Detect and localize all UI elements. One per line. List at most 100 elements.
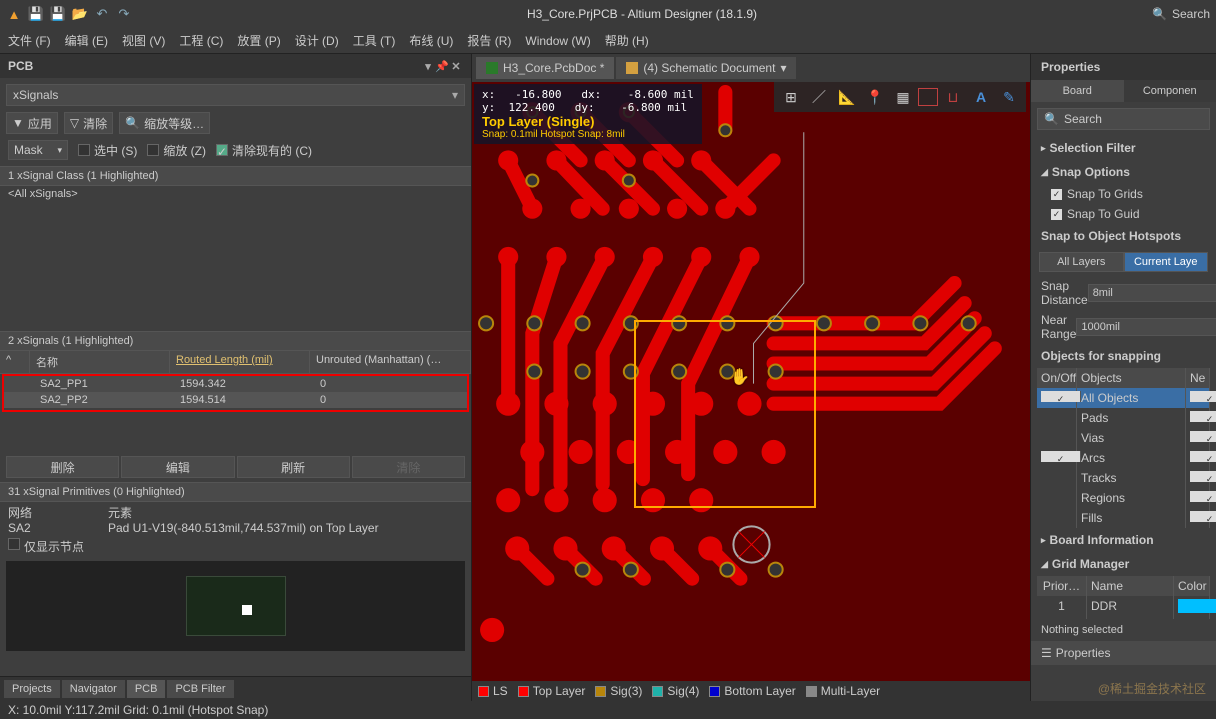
table-row[interactable]: ✓All Objects✓ — [1037, 388, 1210, 408]
tool-dimension-icon[interactable]: ⊔ — [940, 85, 966, 109]
status-bar: X: 10.0mil Y:117.2mil Grid: 0.1mil (Hots… — [0, 701, 1216, 719]
tab-navigator[interactable]: Navigator — [62, 680, 125, 698]
left-panel: PCB ▾ 📌 ✕ xSignals ▼应用 ▽清除 🔍缩放等级… Mask 选… — [0, 54, 472, 701]
titlebar: ▲ 💾 💾 📂 ↶ ↷ H3_Core.PrjPCB - Altium Desi… — [0, 0, 1216, 28]
table-row[interactable]: Vias✓ — [1037, 428, 1210, 448]
color-swatch[interactable] — [1178, 599, 1216, 613]
panel-close-icon[interactable]: ✕ — [449, 60, 463, 73]
open-icon[interactable]: 📂 — [72, 6, 88, 22]
objects-snapping-label: Objects for snapping — [1031, 344, 1216, 368]
save-all-icon[interactable]: 💾 — [50, 6, 66, 22]
select-checkbox[interactable]: 选中 (S) — [78, 142, 137, 159]
menu-project[interactable]: 工程 (C) — [179, 32, 223, 49]
delete-button[interactable]: 删除 — [6, 456, 119, 478]
tool-rect-icon[interactable] — [918, 88, 938, 106]
highlighted-rows: SA2_PP11594.3420 SA2_PP21594.5140 — [2, 374, 469, 412]
menu-edit[interactable]: 编辑 (E) — [65, 32, 108, 49]
layer-sig4[interactable]: Sig(4) — [652, 684, 699, 698]
board-preview[interactable] — [6, 561, 465, 651]
tool-pin-icon[interactable]: 📍 — [862, 85, 888, 109]
menu-file[interactable]: 文件 (F) — [8, 32, 51, 49]
xsignals-columns: ^名称Routed Length (mil)Unrouted (Manhatta… — [0, 351, 471, 374]
snap-distance-input[interactable] — [1088, 284, 1216, 302]
tool-text-icon[interactable]: A — [968, 85, 994, 109]
panel-dropdown-icon[interactable]: ▾ — [421, 60, 435, 73]
layer-multi[interactable]: Multi-Layer — [806, 684, 880, 698]
tab-components[interactable]: Componen — [1124, 80, 1216, 102]
table-row[interactable]: Regions✓ — [1037, 488, 1210, 508]
menu-help[interactable]: 帮助 (H) — [605, 32, 649, 49]
tab-schematic[interactable]: (4) Schematic Document▾ — [616, 57, 796, 79]
properties-tab-footer[interactable]: ☰Properties — [1031, 641, 1216, 665]
zoom-button[interactable]: 🔍缩放等级… — [119, 112, 210, 134]
table-row[interactable]: SA2_PP21594.5140 — [4, 392, 467, 408]
table-row[interactable]: Tracks✓ — [1037, 468, 1210, 488]
show-nodes-checkbox[interactable]: 仅显示节点 — [8, 538, 463, 555]
menu-report[interactable]: 报告 (R) — [467, 32, 511, 49]
snap-to-guides-checkbox[interactable]: ✓Snap To Guid — [1031, 204, 1216, 224]
pcb-panel-header: PCB ▾ 📌 ✕ — [0, 54, 471, 78]
xsignal-class-header: 1 xSignal Class (1 Highlighted) — [0, 166, 471, 186]
menu-place[interactable]: 放置 (P) — [237, 32, 280, 49]
window-title: H3_Core.PrjPCB - Altium Designer (18.1.9… — [132, 7, 1152, 21]
scale-checkbox[interactable]: 缩放 (Z) — [147, 142, 206, 159]
tab-projects[interactable]: Projects — [4, 680, 60, 698]
layer-segment[interactable]: All LayersCurrent Laye — [1039, 252, 1208, 272]
mask-dropdown[interactable]: Mask — [8, 140, 68, 160]
tool-line-icon[interactable]: ／ — [806, 85, 832, 109]
zoom-icon: 🔍 — [125, 116, 140, 130]
layer-sig3[interactable]: Sig(3) — [595, 684, 642, 698]
tool-grid-icon[interactable]: ⊞ — [778, 85, 804, 109]
snap-options-section[interactable]: ◢Snap Options — [1031, 160, 1216, 184]
board-info-section[interactable]: ▸Board Information — [1031, 528, 1216, 552]
xsignals-header: 2 xSignals (1 Highlighted) — [0, 331, 471, 351]
tab-pcbdoc[interactable]: H3_Core.PcbDoc * — [476, 57, 614, 79]
layer-bottom[interactable]: Bottom Layer — [709, 684, 795, 698]
properties-panel: Properties Board Componen 🔍Search ▸Selec… — [1030, 54, 1216, 701]
chevron-down-icon[interactable]: ▾ — [780, 61, 786, 75]
filter-icon: ▼ — [12, 116, 24, 130]
table-row[interactable]: 1DDR — [1037, 596, 1210, 619]
menu-window[interactable]: Window (W) — [525, 34, 590, 48]
undo-icon[interactable]: ↶ — [94, 6, 110, 22]
tab-board[interactable]: Board — [1031, 80, 1124, 102]
snap-to-grids-checkbox[interactable]: ✓Snap To Grids — [1031, 184, 1216, 204]
global-search[interactable]: 🔍 Search — [1152, 7, 1210, 21]
table-row[interactable]: SA2_PP11594.3420 — [4, 376, 467, 392]
table-row[interactable]: Pads✓ — [1037, 408, 1210, 428]
primitives-header: 31 xSignal Primitives (0 Highlighted) — [0, 482, 471, 502]
table-row[interactable]: Fills✓ — [1037, 508, 1210, 528]
document-tabs: H3_Core.PcbDoc * (4) Schematic Document▾ — [472, 54, 1030, 82]
menu-route[interactable]: 布线 (U) — [409, 32, 453, 49]
tool-layer-icon[interactable]: ▦ — [890, 85, 916, 109]
xsignal-class-row[interactable]: <All xSignals> — [0, 186, 471, 202]
refresh-button[interactable]: 刷新 — [237, 456, 350, 478]
xsignals-dropdown[interactable]: xSignals — [6, 84, 465, 106]
clear-button[interactable]: ▽清除 — [64, 112, 113, 134]
table-row[interactable]: ✓Arcs✓ — [1037, 448, 1210, 468]
menu-view[interactable]: 视图 (V) — [122, 32, 165, 49]
routed-length-column[interactable]: Routed Length (mil) — [170, 351, 310, 373]
clear-existing-checkbox[interactable]: ✓清除现有的 (C) — [216, 142, 312, 159]
app-icon: ▲ — [6, 6, 22, 22]
menu-tools[interactable]: 工具 (T) — [353, 32, 396, 49]
layer-bar: LS Top Layer Sig(3) Sig(4) Bottom Layer … — [472, 681, 1030, 701]
properties-search[interactable]: 🔍Search — [1037, 108, 1210, 130]
tool-pen-icon[interactable]: ✎ — [996, 85, 1022, 109]
layer-top[interactable]: Top Layer — [518, 684, 586, 698]
apply-button[interactable]: ▼应用 — [6, 112, 58, 134]
pcb-canvas[interactable]: x: -16.800 dx: -8.600 mil y: 122.400 dy:… — [472, 82, 1030, 681]
tool-measure-icon[interactable]: 📐 — [834, 85, 860, 109]
tab-pcb-filter[interactable]: PCB Filter — [167, 680, 233, 698]
tab-pcb[interactable]: PCB — [127, 680, 166, 698]
save-icon[interactable]: 💾 — [28, 6, 44, 22]
menu-design[interactable]: 设计 (D) — [295, 32, 339, 49]
near-range-input[interactable] — [1076, 318, 1216, 336]
edit-button[interactable]: 编辑 — [121, 456, 234, 478]
grid-manager-section[interactable]: ◢Grid Manager — [1031, 552, 1216, 576]
panel-pin-icon[interactable]: 📌 — [435, 60, 449, 73]
sch-doc-icon — [626, 62, 638, 74]
redo-icon[interactable]: ↷ — [116, 6, 132, 22]
layer-ls[interactable]: LS — [478, 684, 508, 698]
selection-filter-section[interactable]: ▸Selection Filter — [1031, 136, 1216, 160]
